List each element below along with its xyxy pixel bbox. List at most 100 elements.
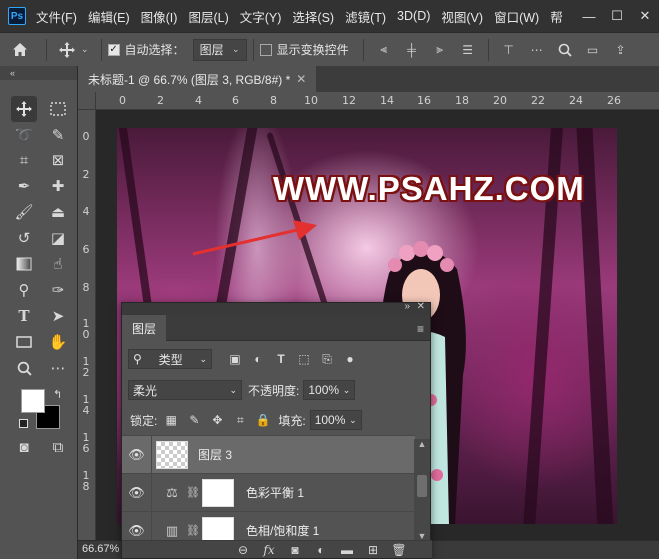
scrollbar-thumb[interactable] bbox=[417, 475, 427, 497]
ruler-label: 2 bbox=[157, 94, 164, 107]
show-transform-checkbox[interactable] bbox=[259, 43, 272, 56]
layer-row[interactable]: 👁 图层 3 bbox=[122, 435, 415, 474]
fill-field[interactable]: 100% ⌄ bbox=[309, 410, 362, 430]
move-tool-preset-button[interactable] bbox=[56, 39, 78, 61]
filter-toggle-icon[interactable]: ● bbox=[341, 350, 359, 368]
close-icon[interactable]: ✕ bbox=[417, 301, 425, 312]
visibility-eye-icon[interactable]: 👁 bbox=[122, 473, 152, 512]
folder-icon[interactable]: ▬ bbox=[334, 543, 360, 557]
new-layer-icon[interactable]: ⊞ bbox=[360, 543, 386, 557]
foreground-color-swatch[interactable] bbox=[21, 389, 45, 413]
auto-select-checkbox[interactable]: ✓ bbox=[107, 43, 120, 56]
align-left-button[interactable]: ⫷ bbox=[373, 39, 395, 61]
menu-filter[interactable]: 滤镜(T) bbox=[345, 7, 386, 26]
vertical-ruler: 0 2 4 6 8 1 0 1 2 1 4 1 6 1 8 bbox=[78, 110, 96, 540]
menu-edit[interactable]: 编辑(E) bbox=[88, 7, 130, 26]
menu-type[interactable]: 文字(Y) bbox=[240, 7, 282, 26]
menu-view[interactable]: 视图(V) bbox=[441, 7, 483, 26]
mask-icon[interactable]: ◙ bbox=[282, 543, 308, 557]
align-top-button[interactable]: ⊤ bbox=[498, 39, 520, 61]
eyedropper-tool[interactable]: ✒ bbox=[11, 173, 37, 199]
brush-tool[interactable]: 🖌 bbox=[11, 199, 37, 225]
close-icon[interactable]: ✕ bbox=[296, 72, 306, 86]
ruler-label: 10 bbox=[304, 94, 318, 107]
lock-pixels-icon[interactable]: ✎ bbox=[185, 411, 203, 429]
blend-mode-dropdown[interactable]: 柔光 ⌄ bbox=[128, 380, 242, 400]
zoom-level[interactable]: 66.67% bbox=[82, 543, 119, 555]
rectangle-tool[interactable] bbox=[11, 329, 37, 355]
menu-layer[interactable]: 图层(L) bbox=[188, 7, 228, 26]
share-button[interactable]: ⇪ bbox=[610, 39, 632, 61]
filter-pixel-icon[interactable]: ▣ bbox=[226, 350, 244, 368]
gradient-tool[interactable] bbox=[11, 251, 37, 277]
dodge-tool[interactable]: ⚲ bbox=[11, 277, 37, 303]
lock-transparency-icon[interactable]: ▦ bbox=[162, 411, 180, 429]
layer-row[interactable]: 👁 ⚖ ⛓ 色彩平衡 1 bbox=[122, 473, 415, 512]
marquee-tool[interactable] bbox=[45, 96, 71, 122]
align-hcenter-button[interactable]: ╪ bbox=[401, 39, 423, 61]
layers-scrollbar[interactable]: ▲ ▼ bbox=[414, 439, 430, 543]
lasso-tool[interactable]: ➰ bbox=[11, 122, 37, 148]
type-tool[interactable]: T bbox=[11, 303, 37, 329]
adjustment-icon[interactable]: ◐ bbox=[308, 543, 334, 557]
scroll-up-icon[interactable]: ▲ bbox=[414, 439, 430, 451]
menu-image[interactable]: 图像(I) bbox=[141, 7, 178, 26]
swap-colors-icon[interactable]: ↰ bbox=[53, 388, 62, 401]
opacity-field[interactable]: 100% ⌄ bbox=[303, 380, 356, 400]
chain-link-icon[interactable]: ⛓ bbox=[186, 486, 200, 499]
document-tab[interactable]: 未标题-1 @ 66.7% (图层 3, RGB/8#) * ✕ bbox=[78, 66, 317, 92]
default-colors-icon[interactable] bbox=[19, 419, 28, 428]
lock-artboard-icon[interactable]: ⌗ bbox=[231, 411, 249, 429]
visibility-eye-icon[interactable]: 👁 bbox=[122, 435, 152, 474]
screen-mode-button[interactable]: ⧉ bbox=[45, 434, 71, 460]
filter-kind-dropdown[interactable]: ⚲ 类型 ⌄ bbox=[128, 349, 212, 369]
layer-name: 图层 3 bbox=[198, 448, 233, 462]
collapse-panel-icon[interactable]: » bbox=[404, 301, 410, 312]
align-vcenter-button[interactable]: ☰ bbox=[457, 39, 479, 61]
lock-position-icon[interactable]: ✥ bbox=[208, 411, 226, 429]
history-brush-tool[interactable]: ↺ bbox=[11, 225, 37, 251]
auto-select-target-dropdown[interactable]: 图层 ⌄ bbox=[192, 38, 247, 61]
menu-file[interactable]: 文件(F) bbox=[36, 7, 77, 26]
tab-layers[interactable]: 图层 bbox=[122, 315, 166, 341]
panel-menu-icon[interactable]: ≡ bbox=[417, 322, 424, 336]
lock-all-icon[interactable]: 🔒 bbox=[254, 411, 272, 429]
clone-stamp-tool[interactable]: ⏏ bbox=[45, 199, 71, 225]
search-button[interactable] bbox=[554, 39, 576, 61]
menu-window[interactable]: 窗口(W) bbox=[494, 7, 539, 26]
chain-link-icon[interactable]: ⛓ bbox=[186, 524, 200, 537]
crop-tool[interactable]: ⌗ bbox=[11, 147, 37, 173]
menu-help[interactable]: 帮 bbox=[550, 7, 563, 26]
filter-type-icon[interactable]: T bbox=[272, 350, 290, 368]
eraser-tool[interactable]: ◪ bbox=[45, 225, 71, 251]
close-button[interactable]: ✕ bbox=[631, 0, 659, 32]
menu-3d[interactable]: 3D(D) bbox=[397, 9, 430, 23]
trash-icon[interactable]: 🗑 bbox=[386, 543, 412, 557]
maximize-button[interactable]: ☐ bbox=[603, 0, 631, 32]
zoom-tool[interactable] bbox=[11, 355, 37, 381]
minimize-button[interactable]: — bbox=[575, 0, 603, 32]
quick-mask-button[interactable]: ◙ bbox=[11, 434, 37, 460]
link-icon[interactable]: ⊖ bbox=[230, 543, 256, 557]
move-tool[interactable] bbox=[11, 96, 37, 122]
more-align-button[interactable]: ⋯ bbox=[526, 39, 548, 61]
more-tools-button[interactable]: ⋯ bbox=[45, 355, 71, 381]
align-right-button[interactable]: ⫸ bbox=[429, 39, 451, 61]
workspace-button[interactable]: ▭ bbox=[582, 39, 604, 61]
home-button[interactable] bbox=[0, 33, 40, 67]
filter-adjustment-icon[interactable]: ◐ bbox=[249, 350, 267, 368]
filter-smart-object-icon[interactable]: ⎘ bbox=[318, 350, 336, 368]
healing-brush-tool[interactable]: ✚ bbox=[45, 173, 71, 199]
magic-wand-tool[interactable]: ✎ bbox=[45, 122, 71, 148]
hand-tool[interactable]: ✋ bbox=[45, 329, 71, 355]
menu-select[interactable]: 选择(S) bbox=[292, 7, 334, 26]
smudge-tool[interactable]: ☝ bbox=[45, 251, 71, 277]
frame-tool[interactable]: ⊠ bbox=[45, 147, 71, 173]
chevron-down-icon[interactable]: ⌄ bbox=[81, 44, 89, 55]
color-balance-icon: ⚖ bbox=[166, 484, 178, 500]
fx-icon[interactable]: fx bbox=[256, 543, 282, 557]
filter-shape-icon[interactable]: ⬚ bbox=[295, 350, 313, 368]
collapse-panel-icon[interactable]: « bbox=[0, 66, 77, 80]
pen-tool[interactable]: ✑ bbox=[45, 277, 71, 303]
path-selection-tool[interactable]: ➤ bbox=[45, 303, 71, 329]
